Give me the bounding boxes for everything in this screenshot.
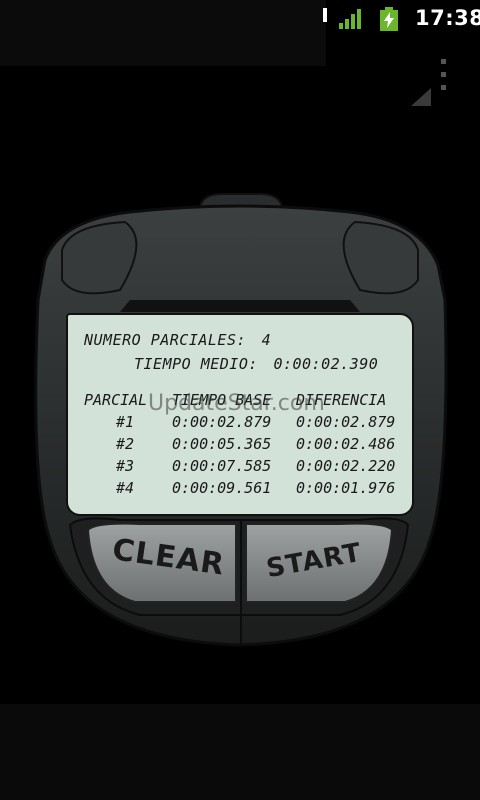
status-clock: 17:38 [415,6,480,30]
status-bar: 17:38 [0,0,480,66]
title-area [0,0,326,66]
watermark: UpdateStar.com [148,391,325,416]
app-screen: 17:38 NUMERO PARCIALES: 4 TIEMPO MEDIO: … [0,0,480,800]
split-id: #2 [116,435,135,453]
split-id: #4 [116,479,135,497]
average-time-value: 0:00:02.390 [273,355,379,373]
resize-corner-icon [411,88,431,106]
overflow-menu-icon[interactable] [438,57,450,93]
split-diff: 0:00:02.220 [296,457,396,475]
notification-icon [323,8,327,22]
average-time-label: TIEMPO MEDIO: [134,355,258,373]
split-diff: 0:00:01.976 [296,479,396,497]
bottom-area [0,704,480,800]
col-header-split: PARCIAL [84,391,148,409]
split-time: 0:00:07.585 [172,457,272,475]
split-time: 0:00:09.561 [172,479,272,497]
signal-icon [339,9,361,29]
split-diff: 0:00:02.486 [296,435,396,453]
splits-count-label: NUMERO PARCIALES: [84,331,247,349]
split-id: #1 [116,413,135,431]
split-id: #3 [116,457,135,475]
battery-charging-icon [380,7,398,31]
split-time: 0:00:05.365 [172,435,272,453]
splits-count-value: 4 [261,331,272,349]
